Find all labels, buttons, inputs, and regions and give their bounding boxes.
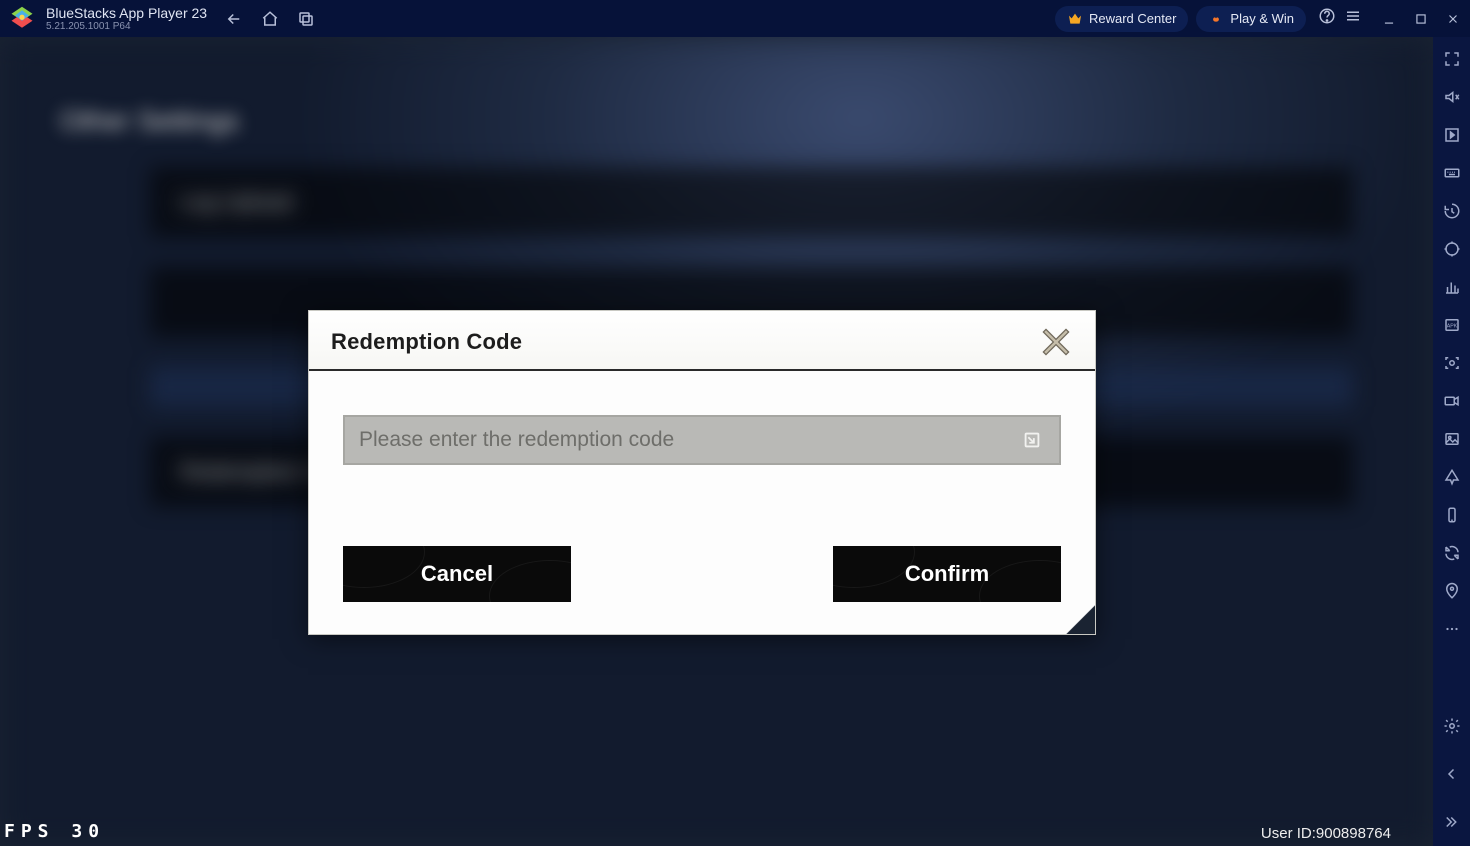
fps-counter: FPS 30 [4, 821, 105, 842]
svg-text:APK: APK [1446, 323, 1457, 329]
bg-heading: Other Settings [60, 105, 239, 137]
fire-icon [1208, 11, 1224, 27]
modal-header: Redemption Code [309, 311, 1095, 371]
titlebar-right: Reward Center Play & Win [1055, 6, 1462, 32]
airplane-icon[interactable] [1442, 467, 1462, 487]
minimize-button[interactable] [1380, 10, 1398, 28]
apk-icon[interactable]: APK [1442, 315, 1462, 335]
collapse-back-icon[interactable] [1442, 764, 1462, 784]
location-icon[interactable] [1442, 581, 1462, 601]
reward-center-button[interactable]: Reward Center [1055, 6, 1188, 32]
cancel-label: Cancel [421, 561, 493, 587]
help-button[interactable] [1318, 7, 1336, 30]
modal-body [309, 371, 1095, 546]
app-name: BlueStacks App Player 23 [46, 6, 207, 20]
modal-footer: Cancel Confirm [309, 546, 1095, 634]
paste-icon[interactable] [1019, 427, 1045, 453]
user-id-label: User ID: [1261, 825, 1316, 842]
history-icon[interactable] [1442, 201, 1462, 221]
confirm-button[interactable]: Confirm [833, 546, 1061, 602]
crown-icon [1067, 11, 1083, 27]
play-win-label: Play & Win [1230, 11, 1294, 26]
screenshot-icon[interactable] [1442, 353, 1462, 373]
volume-icon[interactable] [1442, 87, 1462, 107]
record-icon[interactable] [1442, 391, 1462, 411]
more-icon[interactable] [1442, 619, 1462, 639]
close-window-button[interactable] [1444, 10, 1462, 28]
redemption-code-input[interactable] [359, 428, 1019, 452]
user-id: User ID:900898764 [1261, 825, 1391, 842]
recents-button[interactable] [297, 10, 315, 28]
titlebar: BlueStacks App Player 23 5.21.205.1001 P… [0, 0, 1470, 37]
bluestacks-logo-icon [8, 5, 36, 33]
target-icon[interactable] [1442, 239, 1462, 259]
home-button[interactable] [261, 10, 279, 28]
maximize-button[interactable] [1412, 10, 1430, 28]
modal-close-button[interactable] [1039, 325, 1073, 359]
window-controls [1380, 10, 1462, 28]
cancel-button[interactable]: Cancel [343, 546, 571, 602]
device-icon[interactable] [1442, 505, 1462, 525]
chart-icon[interactable] [1442, 277, 1462, 297]
settings-icon[interactable] [1442, 716, 1462, 736]
menu-button[interactable] [1344, 7, 1362, 30]
collapse-toolbar-icon[interactable] [1442, 812, 1462, 832]
fullscreen-icon[interactable] [1442, 49, 1462, 69]
fps-label: FPS [4, 821, 55, 842]
bg-row: Log Upload [150, 167, 1353, 237]
back-button[interactable] [225, 10, 243, 28]
reward-center-label: Reward Center [1089, 11, 1176, 26]
redemption-modal: Redemption Code [308, 310, 1096, 635]
image-icon[interactable] [1442, 429, 1462, 449]
side-toolbar: APK [1433, 37, 1470, 846]
keyboard-icon[interactable] [1442, 163, 1462, 183]
rotate-icon[interactable] [1442, 543, 1462, 563]
code-input-wrap [343, 415, 1061, 465]
user-id-value: 900898764 [1316, 825, 1391, 842]
title-block: BlueStacks App Player 23 5.21.205.1001 P… [46, 6, 207, 32]
game-viewport: Other Settings Log Upload Redemption Cod… [0, 37, 1433, 846]
app-version: 5.21.205.1001 P64 [46, 22, 207, 32]
confirm-label: Confirm [905, 561, 989, 587]
fps-value: 30 [71, 821, 105, 842]
play-win-button[interactable]: Play & Win [1196, 6, 1306, 32]
modal-title: Redemption Code [331, 329, 522, 355]
titlebar-nav [225, 10, 315, 28]
import-icon[interactable] [1442, 125, 1462, 145]
